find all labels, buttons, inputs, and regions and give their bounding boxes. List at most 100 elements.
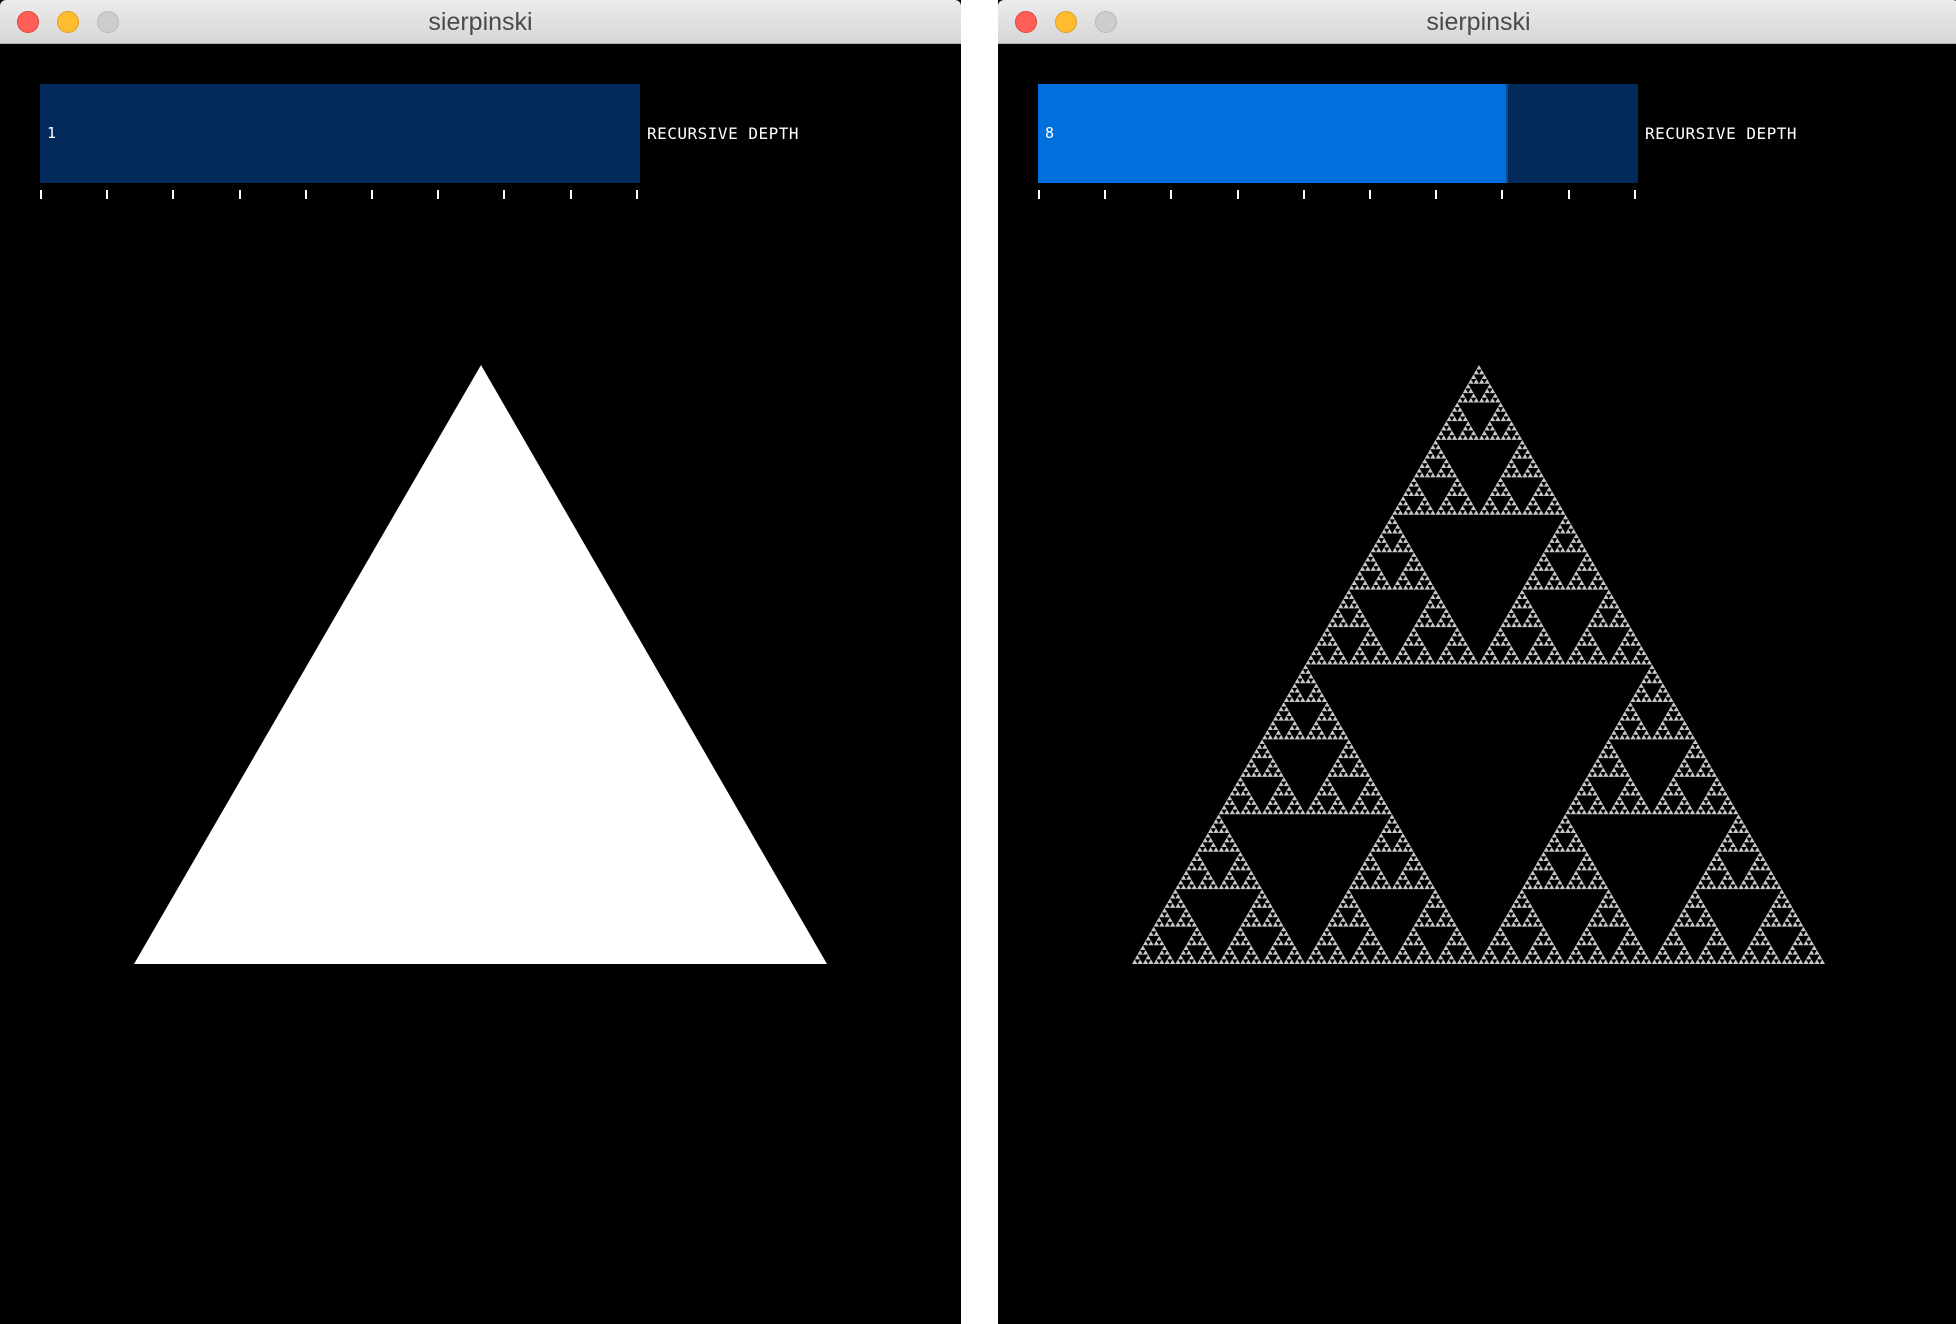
sierpinski-triangle [1705, 912, 1712, 918]
sierpinski-triangle [1678, 800, 1685, 805]
sierpinski-triangle [1454, 627, 1460, 632]
sierpinski-triangle [1251, 875, 1257, 880]
sierpinski-triangle [1383, 842, 1390, 848]
sierpinski-triangle [1348, 603, 1355, 609]
sierpinski-triangle [1635, 725, 1642, 731]
sierpinski-triangle [1392, 659, 1398, 665]
sierpinski-triangle [1481, 505, 1487, 511]
sierpinski-triangle [1608, 753, 1615, 759]
sierpinski-triangle [1321, 641, 1328, 646]
sierpinski-triangle [1719, 861, 1725, 866]
sierpinski-triangle [1621, 954, 1628, 960]
sierpinski-triangle [1678, 772, 1685, 777]
sierpinski-triangle [1765, 921, 1771, 927]
sierpinski-triangle [1622, 711, 1628, 716]
sierpinski-triangle [1232, 804, 1238, 810]
sierpinski-triangle [1324, 926, 1330, 932]
sierpinski-triangle [1600, 804, 1606, 810]
sierpinski-triangle [1294, 687, 1301, 693]
sierpinski-triangle [1430, 444, 1436, 450]
sierpinski-triangle [1630, 715, 1636, 721]
sierpinski-triangle [1275, 954, 1281, 960]
sierpinski-triangle [1500, 491, 1506, 497]
sierpinski-triangle [1270, 795, 1276, 801]
sierpinski-triangle [1234, 959, 1241, 964]
sierpinski-triangle [1394, 823, 1401, 829]
sierpinski-triangle [1381, 538, 1387, 543]
sierpinski-triangle [1164, 921, 1170, 927]
sierpinski-triangle [1619, 940, 1625, 946]
sierpinski-triangle [1603, 744, 1609, 749]
sierpinski-triangle [1465, 645, 1471, 651]
sierpinski-triangle [1307, 954, 1314, 960]
sierpinski-triangle [1705, 875, 1712, 880]
sierpinski-triangle [1448, 935, 1455, 941]
sierpinski-triangle [1673, 921, 1679, 927]
sierpinski-triangle [1686, 898, 1693, 904]
sierpinski-triangle [1768, 870, 1774, 876]
sierpinski-triangle [1164, 959, 1170, 964]
sierpinski-triangle [1221, 954, 1227, 960]
sierpinski-triangle [1770, 875, 1777, 880]
sierpinski-triangle [1616, 945, 1622, 950]
sierpinski-triangle [1460, 411, 1466, 417]
sierpinski-triangle [1630, 631, 1636, 637]
sierpinski-triangle [1579, 542, 1585, 548]
sierpinski-triangle [1533, 491, 1539, 497]
sierpinski-triangle [1362, 655, 1368, 660]
sierpinski-triangle [1616, 720, 1623, 726]
sierpinski-triangle [1573, 795, 1579, 801]
sierpinski-triangle [1221, 823, 1227, 829]
sierpinski-triangle [1711, 772, 1717, 777]
sierpinski-triangle [1256, 772, 1263, 777]
sierpinski-triangle [1316, 809, 1322, 815]
sierpinski-triangle [1364, 790, 1371, 796]
sierpinski-triangle [1470, 393, 1477, 398]
sierpinski-triangle [1164, 903, 1170, 908]
sierpinski-triangle [1416, 580, 1422, 585]
sierpinski-triangle [1589, 655, 1596, 660]
sierpinski-triangle [1570, 847, 1577, 852]
sierpinski-triangle [1733, 847, 1739, 852]
sierpinski-triangle [1210, 879, 1216, 885]
sierpinski-triangle [1489, 949, 1495, 955]
sierpinski-triangle [1573, 645, 1579, 651]
sierpinski-triangle [1500, 481, 1506, 487]
sierpinski-triangle [1159, 921, 1165, 927]
sierpinski-triangle [1595, 608, 1601, 614]
sierpinski-triangle [1597, 884, 1604, 890]
sierpinski-triangle [1570, 650, 1577, 656]
sierpinski-triangle [1159, 959, 1165, 964]
sierpinski-triangle [1251, 921, 1257, 927]
sierpinski-triangle [1703, 758, 1709, 763]
sierpinski-triangle [1354, 921, 1360, 927]
sierpinski-triangle [1478, 659, 1485, 665]
sierpinski-triangle [1416, 561, 1422, 567]
sierpinski-triangle [1218, 847, 1225, 852]
sierpinski-triangle [1524, 655, 1531, 660]
sierpinski-triangle [1587, 556, 1593, 562]
sierpinski-triangle [1514, 505, 1520, 511]
sierpinski-triangle [1440, 921, 1447, 927]
sierpinski-triangle [1264, 804, 1271, 810]
sierpinski-triangle [1291, 720, 1298, 726]
sierpinski-triangle [1513, 617, 1520, 623]
sierpinski-triangle [1169, 959, 1176, 964]
sierpinski-triangle [1679, 734, 1685, 740]
sierpinski-triangle [1373, 542, 1379, 548]
sierpinski-triangle [1240, 959, 1246, 964]
sierpinski-triangle [1716, 809, 1723, 815]
sierpinski-triangle [1356, 608, 1363, 614]
sierpinski-triangle [1386, 528, 1393, 534]
sierpinski-triangle [1234, 865, 1241, 871]
sierpinski-triangle [1614, 734, 1620, 740]
sierpinski-triangle [1535, 879, 1541, 885]
sierpinski-triangle [1451, 959, 1457, 964]
sierpinski-triangle [1668, 940, 1674, 946]
sierpinski-triangle [1351, 879, 1357, 885]
sierpinski-triangle [1343, 734, 1349, 740]
sierpinski-triangle [1332, 772, 1338, 777]
sierpinski-triangle [1697, 954, 1704, 960]
sierpinski-triangle [1457, 510, 1463, 515]
sierpinski-triangle [1408, 566, 1414, 571]
